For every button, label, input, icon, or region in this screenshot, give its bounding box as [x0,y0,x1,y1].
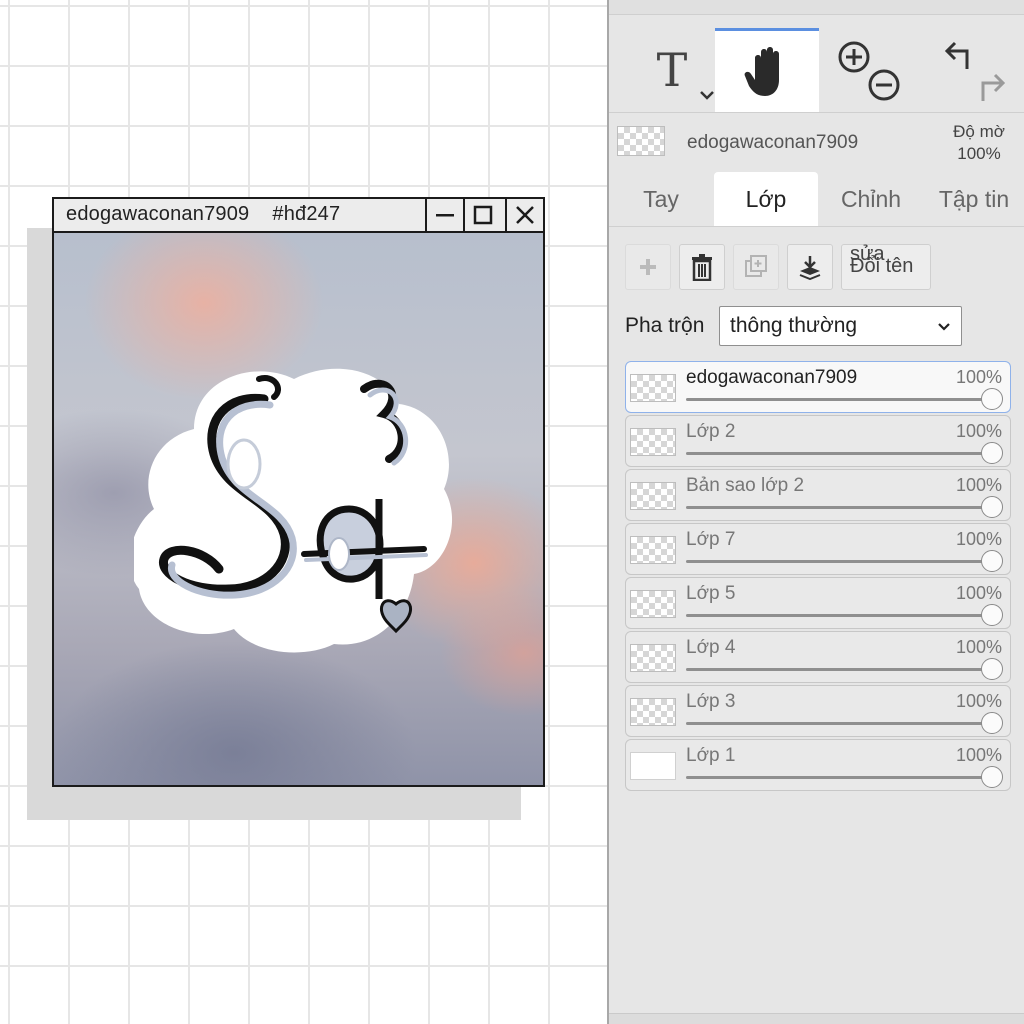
current-layer-thumbnail [617,126,665,156]
opacity-slider-knob[interactable] [981,388,1003,410]
layer-name: Lớp 7 [686,529,736,550]
text-tool-icon: T [656,43,688,97]
hand-tool-button[interactable] [715,28,819,112]
layer-opacity: 100% [955,421,1002,441]
opacity-value: 100% [957,144,1001,163]
opacity-slider-track [686,398,992,401]
zoom-buttons [823,28,913,112]
opacity-slider-knob[interactable] [981,496,1003,518]
layer-thumbnail [630,752,676,780]
tab-tay[interactable]: Tay [609,172,713,226]
delete-layer-button[interactable] [679,244,725,290]
undo-icon[interactable] [944,41,969,69]
tab-tap-tin[interactable]: Tập tin [923,172,1024,226]
duplicate-icon [745,255,767,277]
duplicate-layer-button[interactable] [733,244,779,290]
opacity-slider-track [686,560,992,563]
current-layer-name: edogawaconan7909 [687,132,859,153]
minimize-icon [425,199,463,231]
layer-opacity: 100% [955,691,1002,711]
opacity-label: Độ mờ [953,122,1005,141]
hand-icon [744,46,779,96]
plus-icon [640,259,656,275]
opacity-slider-track [686,614,992,617]
current-layer-info: edogawaconan7909 Độ mờ 100% [609,116,1024,172]
history-buttons [927,28,1019,112]
artwork-window-titlebar: edogawaconan7909 #hđ247 [54,199,543,233]
layer-row[interactable]: Lớp 5 100% [625,577,1011,629]
layer-row[interactable]: Lớp 3 100% [625,685,1011,737]
blend-mode-label: Pha trộn [625,314,705,337]
layer-thumbnail [630,644,676,672]
maximize-icon [463,199,501,231]
layer-name: Lớp 3 [686,691,736,712]
layer-opacity: 100% [955,475,1002,495]
lettering-sticker [134,368,453,653]
layer-row[interactable]: Lớp 7 100% [625,523,1011,575]
layer-thumbnail [630,590,676,618]
add-layer-button[interactable] [625,244,671,290]
opacity-slider-knob[interactable] [981,658,1003,680]
opacity-slider-knob[interactable] [981,604,1003,626]
opacity-slider-knob[interactable] [981,766,1003,788]
layer-thumbnail [630,536,676,564]
layer-thumbnail [630,374,676,402]
layer-row[interactable]: Lớp 4 100% [625,631,1011,683]
layer-name: Lớp 2 [686,421,736,442]
tool-bar: T [609,28,1024,113]
panel-bottom-strip [609,1013,1024,1024]
opacity-slider-track [686,506,992,509]
zoom-icons [838,41,900,101]
layer-thumbnail [630,482,676,510]
history-icons [944,41,1006,101]
layer-opacity: 100% [955,637,1002,657]
text-tool-button[interactable]: T [629,28,715,112]
redo-icon[interactable] [981,73,1006,101]
layer-row[interactable]: Bản sao lớp 2 100% [625,469,1011,521]
layer-opacity: 100% [955,367,1002,387]
sky-background-image [54,233,543,785]
layer-thumbnail [630,428,676,456]
artwork-window-title: edogawaconan7909 #hđ247 [66,203,341,225]
rename-layer-button[interactable]: sửa Đổi tên [841,243,931,290]
opacity-slider-track [686,668,992,671]
layer-name: Lớp 5 [686,583,736,604]
zoom-out-icon[interactable] [868,69,900,101]
layer-row[interactable]: Lớp 1 100% [625,739,1011,791]
layer-name: Lớp 1 [686,745,736,766]
chevron-down-icon [938,323,950,331]
layer-opacity: 100% [955,529,1002,549]
layers-panel: T edogawaconan7909 Độ mờ 100% Tay Lớp Ch… [607,0,1024,1024]
layer-opacity: 100% [955,583,1002,603]
chevron-down-icon [700,91,714,100]
tab-chinh[interactable]: Chỉnh [819,172,923,226]
layer-name: Lớp 4 [686,637,736,658]
merge-down-button[interactable] [787,244,833,290]
panel-top-strip [609,0,1024,15]
trash-icon [692,254,712,281]
layer-row[interactable]: Lớp 2 100% [625,415,1011,467]
drawing-canvas[interactable]: edogawaconan7909 #hđ247 [0,0,607,1024]
opacity-slider-knob[interactable] [981,712,1003,734]
zoom-in-icon[interactable] [838,41,870,73]
opacity-slider-track [686,776,992,779]
layer-thumbnail [630,698,676,726]
blend-mode-value: thông thường [730,314,858,337]
layer-opacity: 100% [955,745,1002,765]
tab-lop[interactable]: Lớp [714,172,818,226]
panel-tabs: Tay Lớp Chỉnh Tập tin [609,172,1024,227]
rename-label: Đổi tên [850,255,914,277]
blend-mode-select[interactable]: thông thường [719,306,962,346]
layer-row[interactable]: edogawaconan7909 100% [625,361,1011,413]
opacity-slider-track [686,452,992,455]
opacity-slider-knob[interactable] [981,550,1003,572]
blend-mode-row: Pha trộn thông thường [625,306,1005,346]
artwork-window: edogawaconan7909 #hđ247 [52,197,545,787]
close-icon [505,199,543,231]
opacity-slider-track [686,722,992,725]
merge-down-icon [799,256,821,280]
opacity-slider-knob[interactable] [981,442,1003,464]
layer-name: Bản sao lớp 2 [686,475,805,496]
layer-name: edogawaconan7909 [686,367,858,388]
